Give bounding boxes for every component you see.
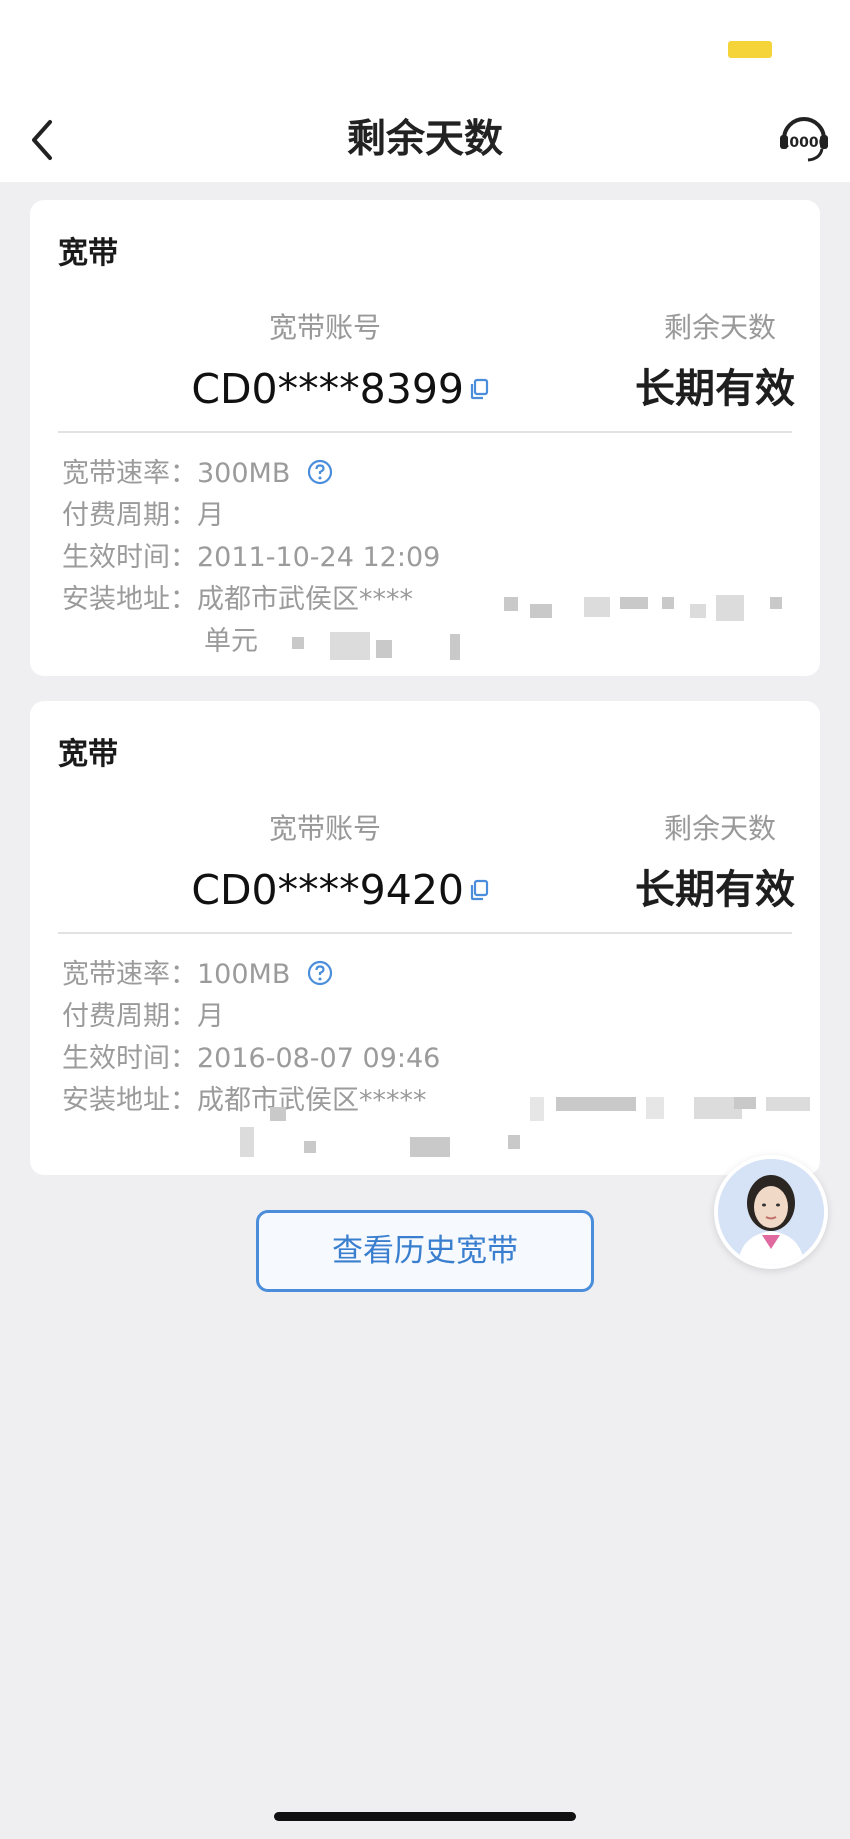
divider xyxy=(58,932,792,934)
nav-bar: 剩余天数 10000 xyxy=(0,104,850,182)
redaction-block xyxy=(734,1097,756,1109)
billing-cycle-value: 月 xyxy=(197,1001,224,1032)
help-icon[interactable] xyxy=(307,960,333,986)
install-address-row: 安装地址：成都市武侯区**** xyxy=(62,580,413,620)
remaining-days-label: 剩余天数 xyxy=(663,812,776,845)
effective-time-row: 生效时间：2011-10-24 12:09 xyxy=(62,538,440,578)
install-address-line2: 单元 xyxy=(204,626,258,657)
redaction-block xyxy=(620,597,648,609)
copy-icon[interactable] xyxy=(468,878,490,902)
redaction-block xyxy=(556,1097,636,1111)
speed-value: 300MB xyxy=(197,458,291,489)
billing-cycle-label: 付费周期： xyxy=(62,500,197,531)
account-number: CD0****9420 xyxy=(191,866,464,914)
copy-icon[interactable] xyxy=(468,377,490,401)
install-address-value: 成都市武侯区***** xyxy=(197,1085,427,1116)
redaction-block xyxy=(292,637,304,649)
svg-text:10000: 10000 xyxy=(780,135,829,151)
battery-icon xyxy=(728,41,772,58)
redaction-block xyxy=(508,1135,520,1149)
redaction-block xyxy=(330,632,370,660)
redaction-block xyxy=(716,595,744,621)
redaction-block xyxy=(304,1141,316,1153)
redaction-block xyxy=(504,597,518,611)
speed-value: 100MB xyxy=(197,959,291,990)
effective-time-value: 2016-08-07 09:46 xyxy=(197,1043,441,1074)
effective-time-label: 生效时间： xyxy=(62,542,197,573)
account-number: CD0****8399 xyxy=(191,365,464,413)
card-title: 宽带 xyxy=(58,737,118,772)
redaction-block xyxy=(770,597,782,609)
redaction-block xyxy=(450,634,460,660)
remaining-days-value: 长期有效 xyxy=(635,867,795,913)
redaction-block xyxy=(270,1107,286,1121)
effective-time-row: 生效时间：2016-08-07 09:46 xyxy=(62,1039,440,1079)
redaction-block xyxy=(766,1097,810,1111)
billing-cycle-value: 月 xyxy=(197,500,224,531)
home-indicator[interactable] xyxy=(274,1812,576,1821)
install-address-label: 安装地址： xyxy=(62,1085,197,1116)
account-label: 宽带账号 xyxy=(268,311,381,344)
install-address-value: 成都市武侯区**** xyxy=(197,584,413,615)
speed-row: 宽带速率：100MB xyxy=(62,955,333,995)
redaction-block xyxy=(584,597,610,617)
redaction-block xyxy=(646,1097,664,1119)
redaction-block xyxy=(662,597,674,609)
redaction-block xyxy=(690,604,706,618)
remaining-days-label: 剩余天数 xyxy=(663,311,776,344)
page: 剩余天数 10000 宽带 宽带账号 剩余天数 CD0****8399 长期有效… xyxy=(0,0,850,1839)
account-label: 宽带账号 xyxy=(268,812,381,845)
broadband-card: 宽带 宽带账号 剩余天数 CD0****8399 长期有效 宽带速率：300MB… xyxy=(30,200,820,676)
assistant-portrait-icon xyxy=(718,1159,824,1265)
billing-cycle-row: 付费周期：月 xyxy=(62,496,224,536)
billing-cycle-row: 付费周期：月 xyxy=(62,997,224,1037)
broadband-card: 宽带 宽带账号 剩余天数 CD0****9420 长期有效 宽带速率：100MB… xyxy=(30,701,820,1175)
redaction-block xyxy=(376,640,392,658)
status-bar xyxy=(0,0,850,104)
help-icon[interactable] xyxy=(307,459,333,485)
customer-service-icon: 10000 xyxy=(780,117,829,162)
billing-cycle-label: 付费周期： xyxy=(62,1001,197,1032)
assistant-avatar[interactable] xyxy=(714,1155,828,1269)
speed-label: 宽带速率： xyxy=(62,959,197,990)
customer-service-button[interactable]: 10000 xyxy=(776,111,832,167)
redaction-block xyxy=(410,1137,450,1157)
redaction-block xyxy=(530,1097,544,1121)
card-title: 宽带 xyxy=(58,236,118,271)
install-address-label: 安装地址： xyxy=(62,584,197,615)
redaction-block xyxy=(530,604,552,618)
speed-row: 宽带速率：300MB xyxy=(62,454,333,494)
effective-time-value: 2011-10-24 12:09 xyxy=(197,542,441,573)
effective-time-label: 生效时间： xyxy=(62,1043,197,1074)
view-history-broadband-button[interactable]: 查看历史宽带 xyxy=(256,1210,594,1292)
speed-label: 宽带速率： xyxy=(62,458,197,489)
page-title: 剩余天数 xyxy=(346,117,503,162)
divider xyxy=(58,431,792,433)
remaining-days-value: 长期有效 xyxy=(635,366,795,412)
install-address-row: 安装地址：成都市武侯区***** xyxy=(62,1081,427,1121)
redaction-block xyxy=(240,1127,254,1157)
